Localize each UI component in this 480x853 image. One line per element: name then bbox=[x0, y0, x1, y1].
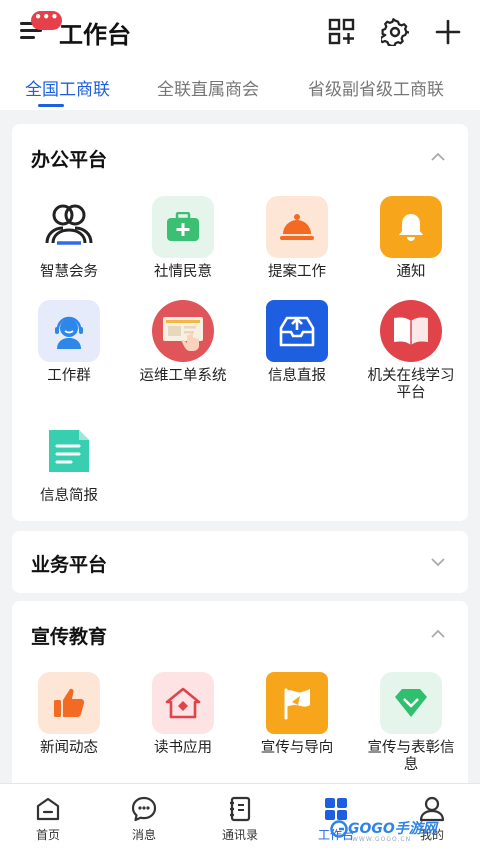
app-smart-meeting[interactable]: 智慧会务 bbox=[12, 196, 126, 281]
headset-user-icon bbox=[38, 300, 100, 362]
tabbar-home[interactable]: 首页 bbox=[13, 796, 83, 843]
section-title: 业务平台 bbox=[31, 554, 108, 576]
thumbs-up-icon bbox=[38, 672, 100, 734]
app-guidance[interactable]: 宣传与导向 bbox=[240, 672, 354, 757]
app-label: 信息直报 bbox=[268, 368, 326, 384]
contacts-icon bbox=[230, 796, 251, 822]
app-public-opinion[interactable]: 社情民意 bbox=[126, 196, 240, 281]
monitor-touch-icon bbox=[152, 300, 214, 362]
tabbar-label: 通讯录 bbox=[221, 828, 258, 842]
watermark-logo-icon bbox=[330, 820, 348, 838]
notification-badge: ••• bbox=[31, 11, 62, 30]
app-label: 宣传与表彰信息 bbox=[367, 740, 455, 773]
diamond-icon bbox=[380, 672, 442, 734]
app-reading[interactable]: 读书应用 bbox=[126, 672, 240, 757]
home-icon bbox=[36, 797, 60, 821]
chevron-up-icon[interactable] bbox=[430, 149, 446, 165]
watermark: GOGO手游网 WWW.GOGO.CN bbox=[330, 816, 480, 848]
meeting-people-icon bbox=[38, 196, 100, 258]
bell-icon bbox=[380, 196, 442, 258]
tabbar-contacts[interactable]: 通讯录 bbox=[205, 796, 275, 843]
app-label: 机关在线学习平台 bbox=[367, 368, 455, 401]
publicity-education-card: 宣传教育 新闻动态 读书应用 宣传与导向 宣传与表彰信息 bbox=[12, 601, 468, 791]
section-title: 办公平台 bbox=[31, 149, 108, 171]
chat-icon bbox=[131, 796, 157, 822]
service-bell-icon bbox=[266, 196, 328, 258]
flag-icon bbox=[266, 672, 328, 734]
app-header: ••• 工作台 bbox=[0, 0, 480, 62]
app-work-group[interactable]: 工作群 bbox=[12, 300, 126, 385]
app-label: 读书应用 bbox=[154, 740, 212, 756]
app-label: 宣传与导向 bbox=[260, 740, 334, 756]
chevron-down-icon[interactable] bbox=[430, 554, 446, 570]
chevron-up-icon[interactable] bbox=[430, 626, 446, 642]
active-tab-indicator bbox=[38, 104, 64, 107]
qr-add-icon[interactable] bbox=[328, 18, 356, 46]
upload-tray-icon bbox=[266, 300, 328, 362]
app-label: 信息简报 bbox=[40, 488, 98, 504]
plus-icon[interactable] bbox=[434, 18, 462, 46]
page-title: 工作台 bbox=[59, 21, 131, 49]
medical-kit-icon bbox=[152, 196, 214, 258]
document-icon bbox=[38, 420, 100, 482]
app-proposal[interactable]: 提案工作 bbox=[240, 196, 354, 281]
app-online-learning[interactable]: 机关在线学习平台 bbox=[354, 300, 468, 402]
app-direct-report[interactable]: 信息直报 bbox=[240, 300, 354, 385]
tabbar-label: 消息 bbox=[131, 828, 156, 842]
gear-icon[interactable] bbox=[381, 18, 409, 46]
app-label: 新闻动态 bbox=[40, 740, 98, 756]
office-platform-card: 办公平台 智慧会务 社情民意 提案工作 通知 工作群 运维工单系统 信息直报 机… bbox=[12, 124, 468, 521]
app-commendation[interactable]: 宣传与表彰信息 bbox=[354, 672, 468, 774]
business-platform-card[interactable]: 业务平台 bbox=[12, 531, 468, 593]
watermark-url: WWW.GOGO.CN bbox=[352, 836, 412, 843]
tabbar-messages[interactable]: 消息 bbox=[109, 796, 179, 843]
app-label: 社情民意 bbox=[154, 264, 212, 280]
tab-provincial[interactable]: 省级副省级工商联 bbox=[308, 75, 444, 100]
app-info-brief[interactable]: 信息简报 bbox=[12, 420, 126, 505]
app-label: 通知 bbox=[396, 264, 426, 280]
tabbar-label: 首页 bbox=[35, 828, 60, 842]
tab-direct-chambers[interactable]: 全联直属商会 bbox=[157, 75, 259, 100]
app-notice[interactable]: 通知 bbox=[354, 196, 468, 281]
org-tabs: 全国工商联 全联直属商会 省级副省级工商联 bbox=[0, 62, 480, 110]
app-label: 智慧会务 bbox=[40, 264, 98, 280]
section-title: 宣传教育 bbox=[31, 626, 108, 648]
app-label: 提案工作 bbox=[268, 264, 326, 280]
app-label: 运维工单系统 bbox=[139, 368, 227, 384]
open-book-icon bbox=[380, 300, 442, 362]
app-ops-ticket[interactable]: 运维工单系统 bbox=[126, 300, 240, 385]
app-news[interactable]: 新闻动态 bbox=[12, 672, 126, 757]
watermark-text: GOGO手游网 bbox=[348, 821, 437, 837]
tab-national[interactable]: 全国工商联 bbox=[25, 75, 110, 100]
app-label: 工作群 bbox=[47, 368, 91, 384]
house-icon bbox=[152, 672, 214, 734]
